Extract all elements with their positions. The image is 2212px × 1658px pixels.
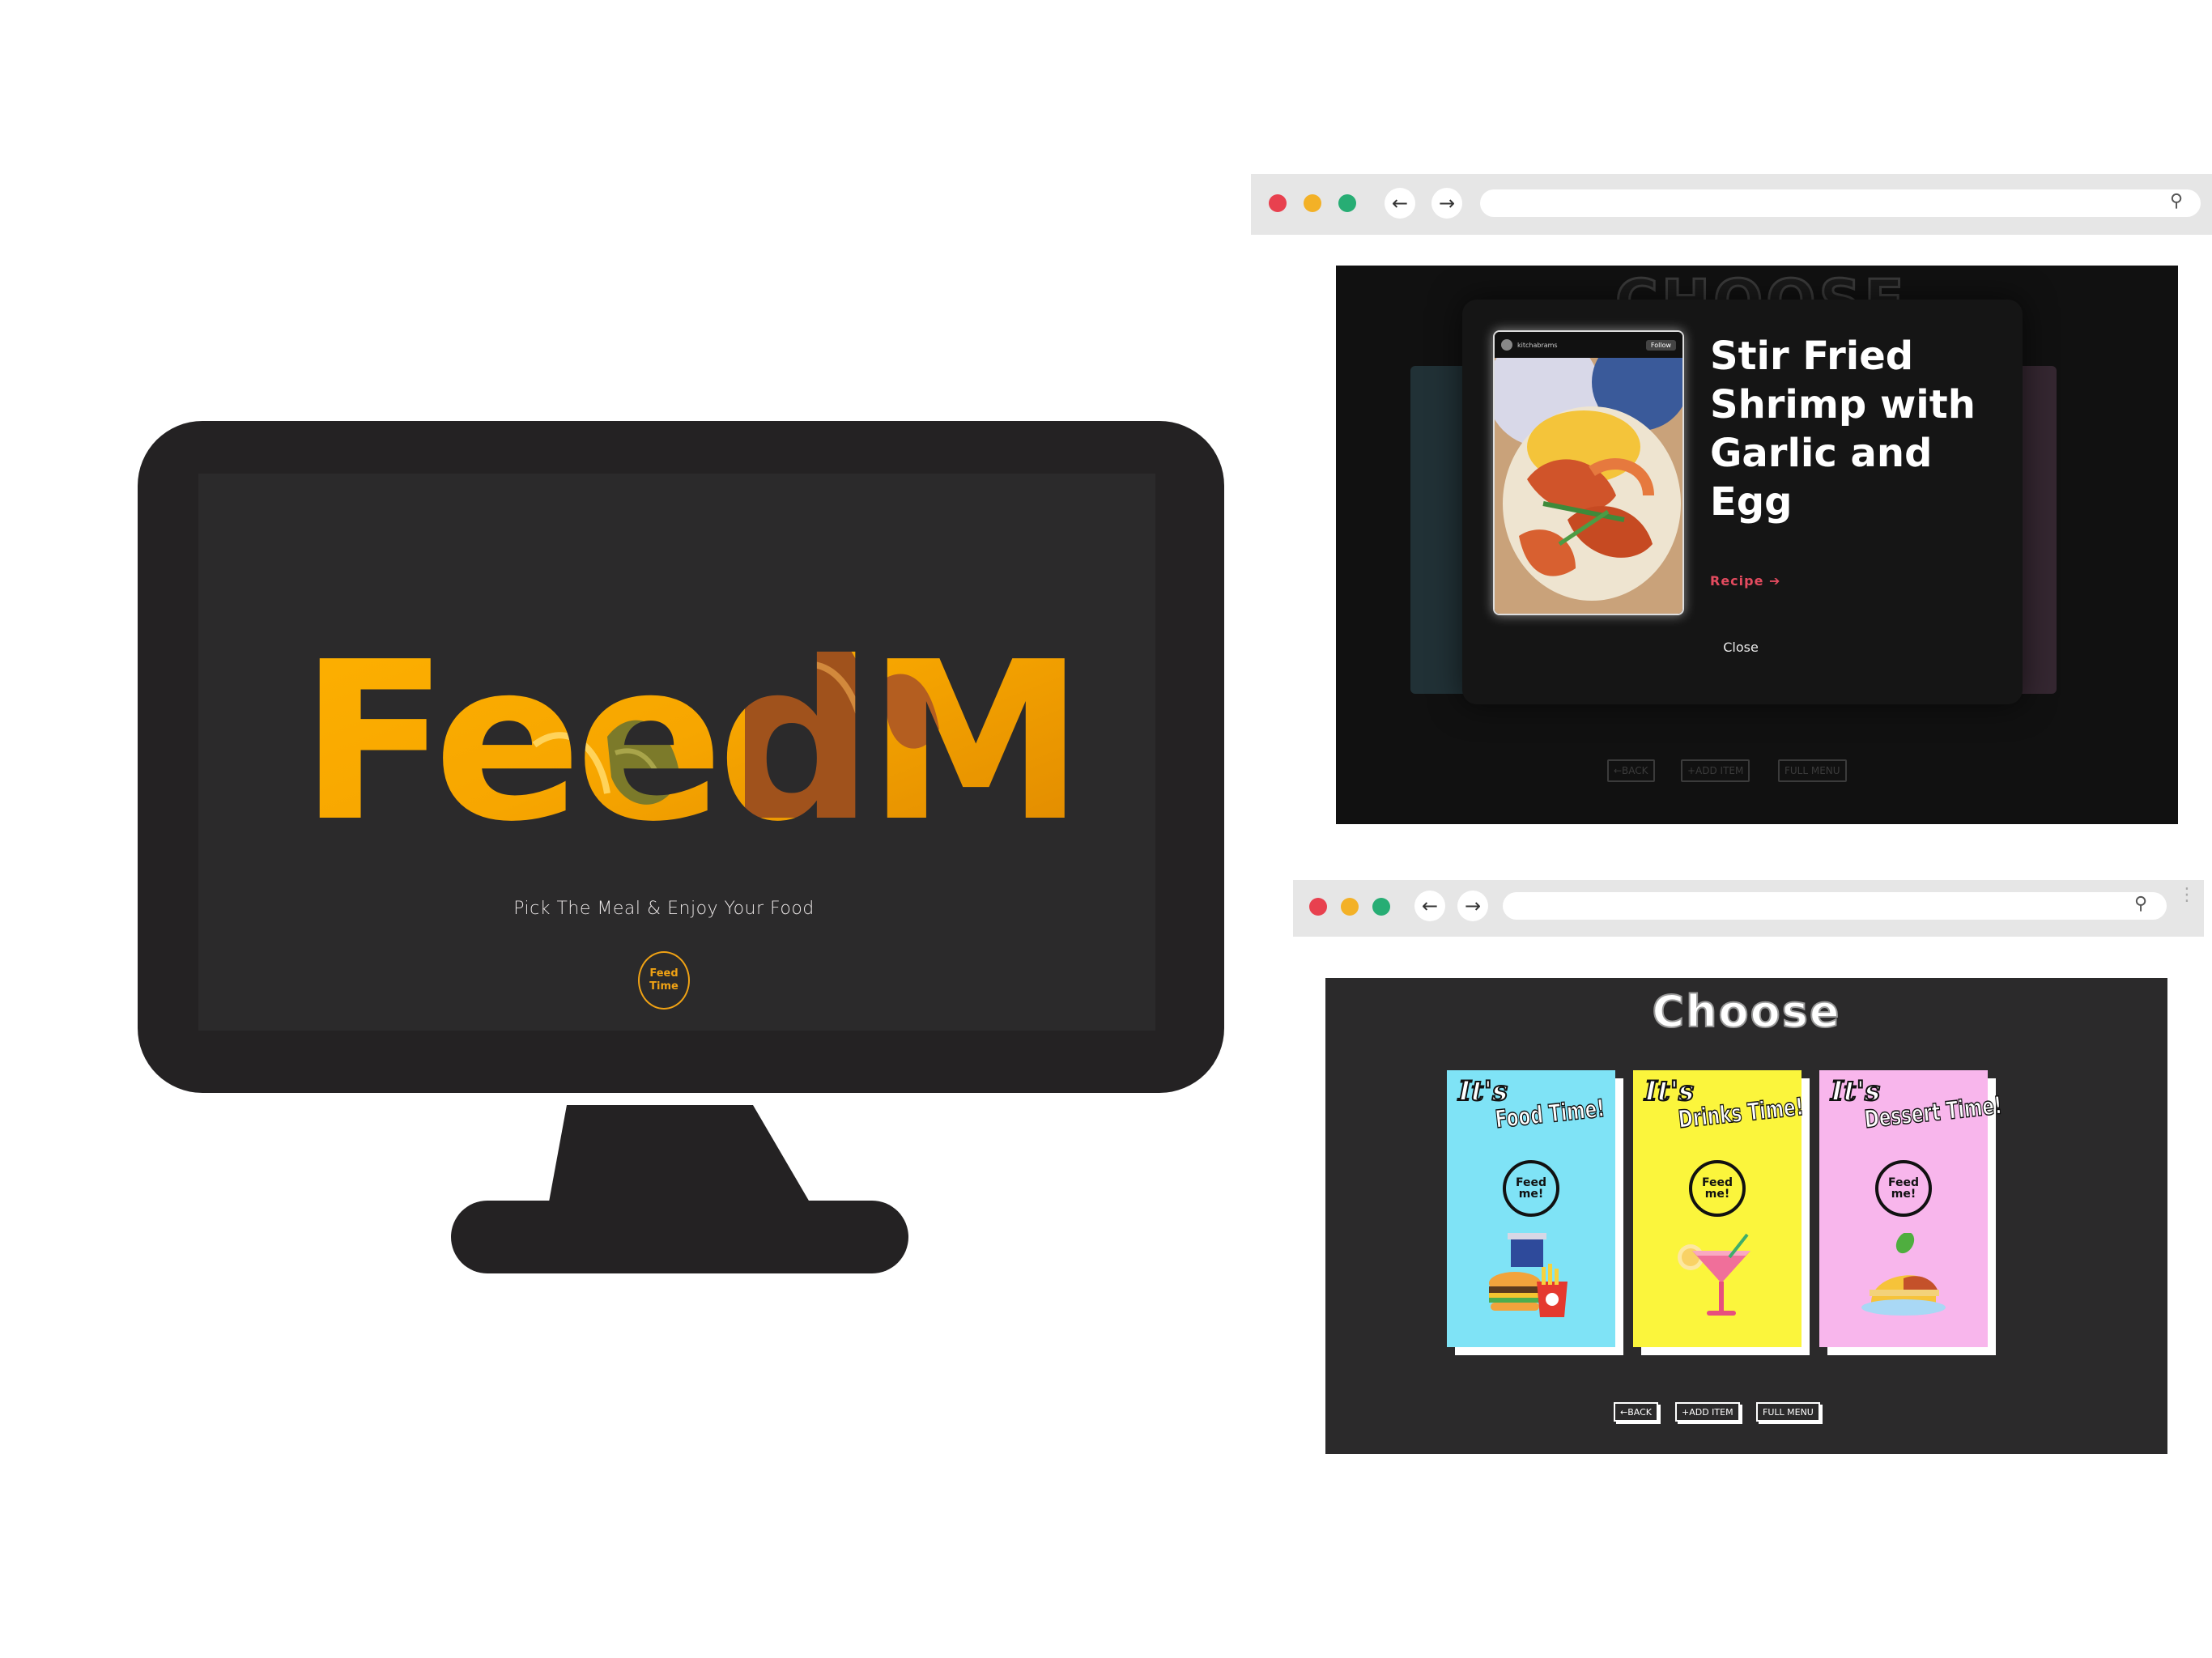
feed-me-line2: me! <box>1891 1188 1916 1201</box>
monitor-stand-base <box>451 1201 908 1273</box>
feed-me-button[interactable]: Feed me! <box>1689 1160 1746 1217</box>
card-its-label: It's <box>1830 1074 1881 1108</box>
add-item-button[interactable]: +ADD ITEM <box>1675 1402 1740 1422</box>
post-username: kitchabrams <box>1517 341 1558 349</box>
feed-me-line1: Feed <box>1701 1176 1733 1189</box>
food-time-card[interactable]: It's Food Time! Feed me! <box>1447 1070 1615 1347</box>
minimize-window-dot[interactable] <box>1341 898 1359 916</box>
close-window-dot[interactable] <box>1269 194 1287 212</box>
burger-fries-icon <box>1489 1233 1568 1317</box>
feed-me-line1: Feed <box>1515 1176 1546 1189</box>
full-menu-button[interactable]: FULL MENU <box>1756 1402 1820 1422</box>
full-menu-button-dimmed[interactable]: FULL MENU <box>1778 759 1847 782</box>
back-button[interactable]: ←BACK <box>1614 1402 1658 1422</box>
recipe-post-image: kitchabrams Follow <box>1493 330 1684 615</box>
dessert-time-card[interactable]: It's Dessert Time! Feed me! <box>1819 1070 2004 1347</box>
forward-arrow-icon[interactable]: → <box>1457 891 1488 921</box>
drinks-time-card[interactable]: It's Drinks Time! Feed me! <box>1633 1070 1806 1347</box>
back-arrow-icon[interactable]: ← <box>1385 188 1415 219</box>
recipe-title: Stir Fried Shrimp with Garlic and Egg <box>1710 334 1976 525</box>
feed-me-line2: me! <box>1704 1188 1730 1201</box>
cake-icon <box>1861 1233 1946 1316</box>
choose-heading: Choose <box>1651 985 1841 1038</box>
address-bar[interactable] <box>1503 892 2167 920</box>
back-arrow-icon[interactable]: ← <box>1414 891 1445 921</box>
follow-button[interactable]: Follow <box>1645 339 1676 351</box>
tagline: Pick The Meal & Enjoy Your Food <box>513 899 815 919</box>
cocktail-icon <box>1678 1233 1750 1316</box>
feedme-logo: FeedMe <box>300 614 1069 858</box>
search-icon[interactable]: ⚲ <box>2170 191 2183 211</box>
feed-time-line2: Time <box>649 980 678 993</box>
card-its-label: It's <box>1644 1074 1695 1108</box>
address-bar[interactable] <box>1480 189 2201 217</box>
back-button-dimmed[interactable]: ←BACK <box>1607 759 1655 782</box>
card-title: Drinks Time! <box>1677 1092 1806 1134</box>
recipe-link[interactable]: Recipe ➔ <box>1710 573 1780 589</box>
minimize-window-dot[interactable] <box>1304 194 1321 212</box>
search-icon[interactable]: ⚲ <box>2134 894 2147 914</box>
shrimp-dish-image <box>1495 334 1682 614</box>
avatar <box>1501 339 1512 351</box>
add-item-button-dimmed[interactable]: +ADD ITEM <box>1681 759 1750 782</box>
card-its-label: It's <box>1457 1074 1508 1108</box>
logo-text: FeedMe <box>300 614 1069 858</box>
feed-time-line1: Feed <box>649 967 678 980</box>
feed-time-button[interactable]: Feed Time <box>638 951 690 1010</box>
close-modal-button[interactable]: Close <box>1700 640 1781 655</box>
maximize-window-dot[interactable] <box>1372 898 1390 916</box>
kebab-menu-icon[interactable]: ⋮ <box>2178 886 2196 904</box>
close-window-dot[interactable] <box>1309 898 1327 916</box>
maximize-window-dot[interactable] <box>1338 194 1356 212</box>
card-title: Dessert Time! <box>1863 1091 2005 1135</box>
feed-me-button[interactable]: Feed me! <box>1875 1160 1932 1217</box>
feed-me-line2: me! <box>1518 1188 1544 1201</box>
card-title: Food Time! <box>1494 1094 1607 1134</box>
feed-me-line1: Feed <box>1887 1176 1919 1189</box>
forward-arrow-icon[interactable]: → <box>1431 188 1462 219</box>
feed-me-button[interactable]: Feed me! <box>1503 1160 1559 1217</box>
